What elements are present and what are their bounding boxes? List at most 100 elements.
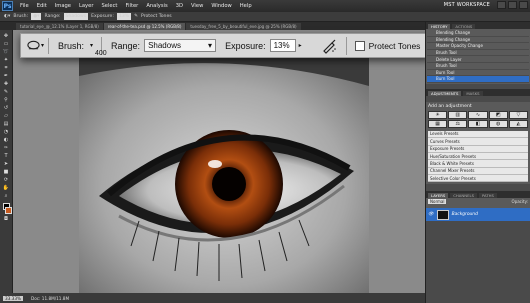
tab-history[interactable]: HISTORY bbox=[428, 24, 451, 29]
doc-tab[interactable]: tutorial_eye_@_12.1% (Layer 1, RGB/8) bbox=[16, 23, 103, 30]
history-item[interactable]: Brush Tool bbox=[427, 50, 529, 57]
history-item[interactable]: Brush Tool bbox=[427, 63, 529, 70]
marquee-tool-icon[interactable]: ▭ bbox=[2, 40, 11, 47]
exposure-slider-chevron-icon[interactable]: ▸ bbox=[299, 42, 302, 49]
menu-3d[interactable]: 3D bbox=[172, 3, 187, 9]
exposure-icon[interactable]: ◩ bbox=[488, 110, 508, 119]
channel-mixer-icon[interactable]: ◭ bbox=[508, 119, 528, 128]
tab-masks[interactable]: MASKS bbox=[463, 90, 483, 96]
menu-file[interactable]: File bbox=[16, 3, 33, 9]
clone-stamp-icon[interactable]: ⚲ bbox=[2, 96, 11, 103]
history-item[interactable]: Blending Change bbox=[427, 37, 529, 44]
hand-tool-icon[interactable]: ✋ bbox=[2, 184, 11, 191]
minimize-button[interactable] bbox=[497, 1, 506, 9]
history-item[interactable]: Delete Layer bbox=[427, 56, 529, 63]
preset-item[interactable]: Selective Color Presets bbox=[428, 175, 528, 183]
gradient-tool-icon[interactable]: ▤ bbox=[2, 120, 11, 127]
history-item[interactable]: Burn Tool bbox=[427, 70, 529, 77]
brush-picker-chevron-icon[interactable]: ▾ bbox=[90, 42, 93, 49]
preset-item[interactable]: Black & White Presets bbox=[428, 160, 528, 168]
tab-paths[interactable]: PATHS bbox=[479, 193, 497, 199]
brush-size-value[interactable]: 400 bbox=[95, 50, 107, 57]
photo-filter-icon[interactable]: ◍ bbox=[488, 119, 508, 128]
close-button[interactable] bbox=[519, 1, 528, 9]
vibrance-icon[interactable]: ▽ bbox=[508, 110, 528, 119]
preset-item[interactable]: Levels Presets bbox=[428, 130, 528, 139]
tab-channels[interactable]: CHANNELS bbox=[450, 193, 477, 199]
airbrush-icon[interactable] bbox=[320, 37, 338, 55]
exposure-label: Exposure: bbox=[225, 40, 266, 51]
doc-tab[interactable]: rear-of-the-tea.psd @ 12.5% (RGB/8) bbox=[103, 23, 186, 30]
opacity-label: Opacity: bbox=[511, 199, 528, 205]
3d-rotate-icon[interactable]: ⟳ bbox=[2, 176, 11, 183]
doc-tab[interactable]: tuesday_free_5_by_beautiful_eve.jpg @ 25… bbox=[186, 23, 301, 30]
blend-mode-select[interactable]: Normal bbox=[428, 199, 447, 205]
menu-select[interactable]: Select bbox=[97, 3, 121, 9]
preset-item[interactable]: Exposure Presets bbox=[428, 145, 528, 153]
menu-layer[interactable]: Layer bbox=[75, 3, 97, 9]
burn-tool-icon bbox=[27, 40, 40, 49]
protect-tones-checkbox[interactable] bbox=[354, 40, 365, 51]
background-color-swatch[interactable] bbox=[4, 207, 12, 214]
history-brush-icon[interactable]: ↺ bbox=[2, 104, 11, 111]
exposure-input[interactable]: 13% bbox=[269, 39, 296, 52]
canvas-area[interactable] bbox=[13, 30, 425, 293]
tool-preset-picker[interactable]: ▾ bbox=[27, 37, 49, 54]
exposure-input[interactable]: 13% bbox=[116, 13, 132, 20]
lasso-tool-icon[interactable]: ➰ bbox=[2, 48, 11, 55]
exposure-label: Exposure: bbox=[91, 14, 114, 19]
document-tabs: tutorial_eye_@_12.1% (Layer 1, RGB/8) re… bbox=[0, 22, 425, 30]
zoom-level[interactable]: 33.33% bbox=[3, 295, 23, 301]
airbrush-icon[interactable]: ✎ bbox=[134, 14, 138, 19]
brush-picker[interactable]: ●▾ bbox=[31, 13, 42, 20]
menu-analysis[interactable]: Analysis bbox=[142, 3, 171, 9]
tab-actions[interactable]: ACTIONS bbox=[452, 24, 476, 29]
pen-tool-icon[interactable]: ✑ bbox=[2, 144, 11, 151]
shape-tool-icon[interactable]: ■ bbox=[2, 168, 11, 175]
burn-tool-preset-icon[interactable]: ◐▾ bbox=[4, 14, 10, 19]
quick-mask-icon[interactable]: ◘ bbox=[2, 215, 11, 222]
menu-help[interactable]: Help bbox=[236, 3, 256, 9]
zoom-tool-icon[interactable]: ⌕ bbox=[2, 192, 11, 199]
burn-tool-icon[interactable]: ◐ bbox=[2, 136, 11, 143]
curves-icon[interactable]: ∿ bbox=[468, 110, 488, 119]
layer-row[interactable]: 👁 Background bbox=[426, 208, 530, 222]
crop-tool-icon[interactable]: ⌗ bbox=[2, 64, 11, 71]
menu-view[interactable]: View bbox=[187, 3, 207, 9]
eye-photo[interactable] bbox=[79, 56, 369, 293]
preset-item[interactable]: Hue/Saturation Presets bbox=[428, 152, 528, 161]
preset-item[interactable]: Channel Mixer Presets bbox=[428, 167, 528, 176]
range-select[interactable]: Shadows ▾ bbox=[144, 39, 217, 52]
hue-saturation-icon[interactable]: ▦ bbox=[428, 119, 448, 128]
black-white-icon[interactable]: ◧ bbox=[468, 119, 488, 128]
protect-tones-label[interactable]: Protect Tones bbox=[141, 14, 172, 19]
healing-brush-icon[interactable]: ✚ bbox=[2, 80, 11, 87]
magic-wand-icon[interactable]: ✦ bbox=[2, 56, 11, 63]
history-item[interactable]: Master Opacity Change bbox=[427, 43, 529, 50]
preset-item[interactable]: Curves Presets bbox=[428, 138, 528, 146]
history-item-selected[interactable]: Burn Tool bbox=[427, 76, 529, 83]
eyedropper-icon[interactable]: ✒ bbox=[2, 72, 11, 79]
menu-window[interactable]: Window bbox=[207, 3, 235, 9]
tab-layers[interactable]: LAYERS bbox=[428, 193, 449, 199]
eye-visibility-icon[interactable]: 👁 bbox=[428, 212, 434, 217]
workspace-switcher[interactable]: MST WORKSPACE bbox=[444, 2, 490, 8]
color-balance-icon[interactable]: ⚖ bbox=[448, 119, 468, 128]
brush-tool-icon[interactable]: ✎ bbox=[2, 88, 11, 95]
adjustments-tabs: ADJUSTMENTS MASKS bbox=[426, 88, 530, 96]
path-select-icon[interactable]: ➤ bbox=[2, 160, 11, 167]
blur-tool-icon[interactable]: ◔ bbox=[2, 128, 11, 135]
maximize-button[interactable] bbox=[508, 1, 517, 9]
type-tool-icon[interactable]: T bbox=[2, 152, 11, 159]
adjustment-icons: ☀ ▥ ∿ ◩ ▽ ▦ ⚖ ◧ ◍ ◭ bbox=[428, 110, 528, 128]
history-item[interactable]: Blending Change bbox=[427, 30, 529, 37]
menu-filter[interactable]: Filter bbox=[121, 3, 142, 9]
eraser-icon[interactable]: ▱ bbox=[2, 112, 11, 119]
range-select[interactable]: Shadows bbox=[63, 13, 89, 20]
move-tool-icon[interactable]: ✥ bbox=[2, 32, 11, 39]
levels-icon[interactable]: ▥ bbox=[448, 110, 468, 119]
menu-edit[interactable]: Edit bbox=[33, 3, 51, 9]
tab-adjustments[interactable]: ADJUSTMENTS bbox=[428, 90, 462, 96]
brightness-icon[interactable]: ☀ bbox=[428, 110, 448, 119]
menu-image[interactable]: Image bbox=[51, 3, 75, 9]
